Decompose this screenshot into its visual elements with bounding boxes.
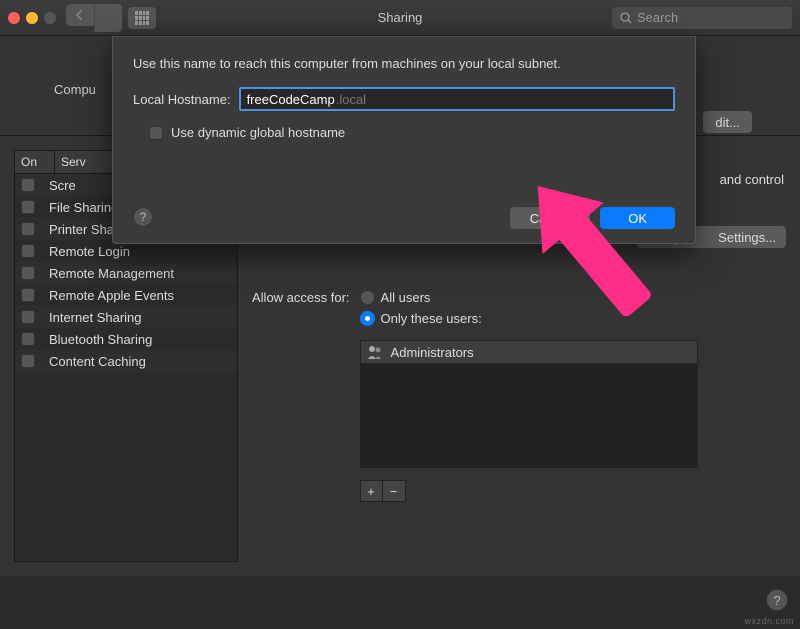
service-label: Content Caching (49, 354, 146, 369)
dialog-help-button[interactable]: ? (133, 207, 153, 227)
ok-button[interactable]: OK (600, 207, 675, 229)
dynamic-hostname-option[interactable]: Use dynamic global hostname (149, 125, 675, 140)
dialog-description: Use this name to reach this computer fro… (133, 55, 675, 73)
hostname-value: freeCodeCamp (247, 92, 335, 107)
hostname-dialog: Use this name to reach this computer fro… (112, 36, 696, 244)
dynamic-label: Use dynamic global hostname (171, 125, 345, 140)
edit-hostname-button[interactable]: dit... (703, 111, 752, 133)
access-section: Allow access for: All users Only these u… (252, 290, 786, 502)
table-row[interactable]: Remote Apple Events (15, 284, 237, 306)
radio-label: All users (381, 290, 431, 305)
status-text: and control (720, 172, 784, 187)
radio-all-users[interactable]: All users (360, 290, 698, 305)
service-label: Bluetooth Sharing (49, 332, 152, 347)
service-label: Remote Management (49, 266, 174, 281)
window-title: Sharing (378, 10, 423, 25)
radio-label: Only these users: (381, 311, 482, 326)
radio-icon (360, 290, 375, 305)
service-checkbox[interactable] (21, 310, 35, 324)
dynamic-checkbox[interactable] (149, 126, 163, 140)
search-icon (620, 12, 632, 24)
hostname-input[interactable]: freeCodeCamp.local (239, 87, 675, 111)
service-checkbox[interactable] (21, 200, 35, 214)
table-row[interactable]: Internet Sharing (15, 306, 237, 328)
table-row[interactable]: Bluetooth Sharing (15, 328, 237, 350)
nav-buttons (66, 4, 122, 32)
service-label: Scre (49, 178, 76, 193)
zoom-icon (44, 12, 56, 24)
service-label: Remote Apple Events (49, 288, 174, 303)
back-button[interactable] (66, 4, 94, 26)
titlebar: Sharing Search (0, 0, 800, 36)
service-checkbox[interactable] (21, 288, 35, 302)
service-checkbox[interactable] (21, 222, 35, 236)
hostname-suffix: .local (336, 92, 366, 107)
service-label: File Sharing (49, 200, 118, 215)
users-icon (367, 345, 383, 359)
cancel-button[interactable]: Cancel (510, 207, 590, 229)
close-icon[interactable] (8, 12, 20, 24)
access-radios: All users Only these users: Administrato… (360, 290, 698, 502)
window-controls (8, 12, 56, 24)
watermark: wxzdn.com (744, 616, 794, 626)
help-button[interactable]: ? (766, 589, 788, 611)
minimize-icon[interactable] (26, 12, 38, 24)
forward-button[interactable] (94, 4, 122, 32)
remove-button[interactable]: − (383, 481, 405, 501)
service-checkbox[interactable] (21, 178, 35, 192)
add-button[interactable]: + (361, 481, 383, 501)
table-row[interactable]: Content Caching (15, 350, 237, 372)
add-remove-buttons: + − (360, 480, 406, 502)
header-on: On (15, 151, 55, 173)
hostname-row: Local Hostname: freeCodeCamp.local (133, 87, 675, 111)
radio-only-users[interactable]: Only these users: (360, 311, 698, 326)
search-input[interactable]: Search (612, 7, 792, 29)
service-checkbox[interactable] (21, 332, 35, 346)
access-label: Allow access for: (252, 290, 350, 502)
computer-name-label: Compu (54, 82, 96, 97)
service-checkbox[interactable] (21, 266, 35, 280)
hostname-label: Local Hostname: (133, 92, 231, 107)
radio-icon (360, 311, 375, 326)
show-all-button[interactable] (128, 7, 156, 29)
users-list[interactable]: Administrators (360, 340, 698, 468)
dialog-buttons: Cancel OK (510, 207, 675, 229)
service-checkbox[interactable] (21, 354, 35, 368)
service-label: Internet Sharing (49, 310, 142, 325)
service-label: Remote Login (49, 244, 130, 259)
search-placeholder: Search (637, 10, 678, 25)
table-row[interactable]: Remote Management (15, 262, 237, 284)
service-checkbox[interactable] (21, 244, 35, 258)
grid-icon (135, 11, 149, 25)
user-label: Administrators (391, 345, 474, 360)
list-item[interactable]: Administrators (361, 341, 697, 363)
